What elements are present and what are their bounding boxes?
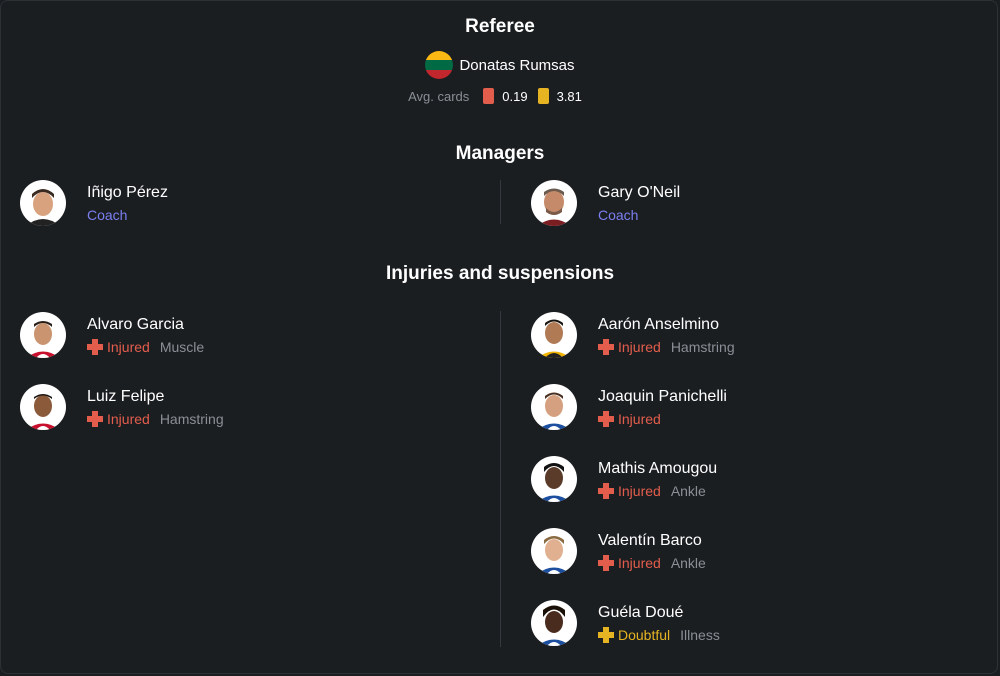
doubtful-icon xyxy=(598,626,614,643)
injury-item[interactable]: Mathis Amougou Injured Ankle xyxy=(531,456,717,502)
injured-icon xyxy=(598,482,614,499)
player-name: Luiz Felipe xyxy=(87,387,165,405)
lithuania-flag-icon xyxy=(425,51,454,79)
injury-item[interactable]: Guéla Doué Doubtful Illness xyxy=(531,600,720,646)
injury-item[interactable]: Alvaro Garcia Injured Muscle xyxy=(20,312,204,358)
referee-name: Donatas Rumsas xyxy=(459,56,575,74)
injury-status: Injured xyxy=(618,338,661,355)
avatar xyxy=(531,456,577,502)
player-name: Aarón Anselmino xyxy=(598,315,719,333)
avatar xyxy=(531,180,577,226)
injury-reason: Muscle xyxy=(159,338,205,355)
avatar xyxy=(20,180,66,226)
injury-status: Injured xyxy=(107,410,150,427)
injuries-divider xyxy=(500,311,501,647)
injured-icon xyxy=(598,554,614,571)
managers-divider xyxy=(500,180,501,224)
injury-item[interactable]: Joaquin Panichelli Injured xyxy=(531,384,727,430)
red-card-average: 0.19 xyxy=(502,88,528,104)
player-name: Guéla Doué xyxy=(598,603,684,621)
player-name: Alvaro Garcia xyxy=(87,315,184,333)
avatar xyxy=(20,312,66,358)
injury-item[interactable]: Valentín Barco Injured Ankle xyxy=(531,528,706,574)
manager-role: Coach xyxy=(87,206,128,223)
player-name: Joaquin Panichelli xyxy=(598,387,727,405)
injury-reason: Hamstring xyxy=(670,338,735,355)
injured-icon xyxy=(598,410,614,427)
injury-reason: Ankle xyxy=(670,554,706,571)
managers-title: Managers xyxy=(455,143,545,164)
injury-status: Injured xyxy=(107,338,150,355)
injury-status: Injured xyxy=(618,554,661,571)
avatar xyxy=(531,384,577,430)
manager-home[interactable]: Iñigo Pérez Coach xyxy=(20,180,168,226)
yellow-card-icon xyxy=(537,88,549,104)
red-card-icon xyxy=(483,88,495,104)
avg-cards-label: Avg. cards xyxy=(408,88,470,104)
injury-status: Injured xyxy=(618,482,661,499)
referee-row[interactable]: Donatas Rumsas xyxy=(0,51,1000,79)
injury-status: Doubtful xyxy=(618,626,671,643)
avatar xyxy=(20,384,66,430)
avatar xyxy=(531,600,577,646)
avatar xyxy=(531,312,577,358)
yellow-card-average: 3.81 xyxy=(556,88,582,104)
player-name: Valentín Barco xyxy=(598,531,702,549)
injury-item[interactable]: Aarón Anselmino Injured Hamstring xyxy=(531,312,735,358)
injury-item[interactable]: Luiz Felipe Injured Hamstring xyxy=(20,384,224,430)
injury-reason: Ankle xyxy=(670,482,706,499)
injury-reason: Illness xyxy=(680,626,720,643)
injury-reason: Hamstring xyxy=(159,410,224,427)
avatar xyxy=(531,528,577,574)
manager-role: Coach xyxy=(598,206,639,223)
injured-icon xyxy=(598,338,614,355)
injured-icon xyxy=(87,410,103,427)
player-name: Mathis Amougou xyxy=(598,459,718,477)
referee-title: Referee xyxy=(465,16,535,37)
manager-name: Gary O'Neil xyxy=(598,183,681,201)
injuries-title: Injuries and suspensions xyxy=(385,263,615,284)
referee-avg-cards: Avg. cards 0.19 3.81 xyxy=(0,88,1000,104)
injury-status: Injured xyxy=(618,410,661,427)
injured-icon xyxy=(87,338,103,355)
manager-away[interactable]: Gary O'Neil Coach xyxy=(531,180,680,226)
manager-name: Iñigo Pérez xyxy=(87,183,168,201)
